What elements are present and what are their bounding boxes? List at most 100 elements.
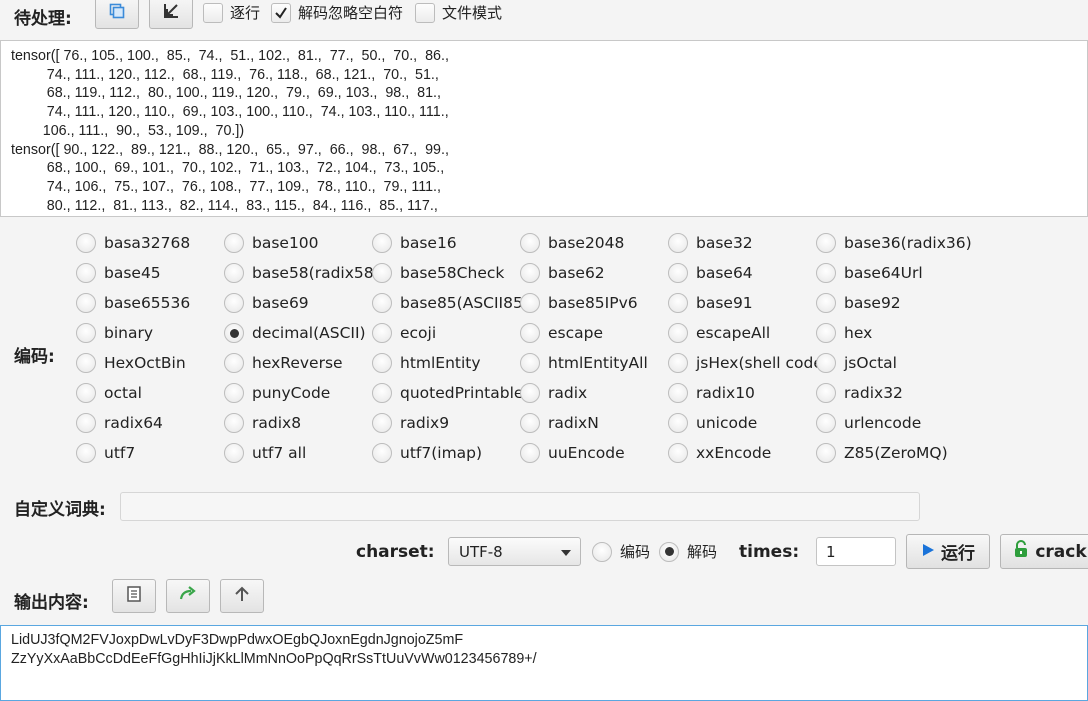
radio-dot — [520, 413, 540, 433]
move-up-button[interactable] — [220, 579, 264, 613]
encoding-option-radio[interactable]: base58(radix58) — [224, 263, 380, 283]
encoding-option-radio[interactable]: radix8 — [224, 413, 301, 433]
encoding-option-radio[interactable]: base16 — [372, 233, 457, 253]
radio-dot — [668, 323, 688, 343]
encoding-option-radio[interactable]: hexReverse — [224, 353, 343, 373]
custom-dict-input[interactable] — [120, 492, 920, 521]
encoding-option-radio[interactable]: base36(radix36) — [816, 233, 972, 253]
checkbox-box — [271, 2, 291, 23]
charset-select[interactable]: UTF-8 — [448, 537, 581, 566]
encode-mode-radio[interactable]: 编码 — [592, 541, 650, 562]
encoding-option-radio[interactable]: htmlEntity — [372, 353, 481, 373]
encoding-option-label: base36(radix36) — [844, 234, 972, 252]
radio-dot — [224, 413, 244, 433]
encoding-option-radio[interactable]: base2048 — [520, 233, 624, 253]
radio-dot — [372, 323, 392, 343]
copy-button[interactable] — [95, 0, 139, 29]
encoding-option-radio[interactable]: HexOctBin — [76, 353, 186, 373]
encoding-option-radio[interactable]: radix32 — [816, 383, 903, 403]
input-textarea[interactable]: tensor([ 76., 105., 100., 85., 74., 51.,… — [0, 40, 1088, 217]
encoding-option-radio[interactable]: punyCode — [224, 383, 330, 403]
checkbox-box — [415, 2, 435, 23]
encoding-option-radio[interactable]: basa32768 — [76, 233, 190, 253]
encoding-option-radio[interactable]: utf7 all — [224, 443, 306, 463]
encoding-option-radio[interactable]: Z85(ZeroMQ) — [816, 443, 948, 463]
encoding-option-label: ecoji — [400, 324, 437, 342]
encoding-option-radio[interactable]: utf7 — [76, 443, 135, 463]
encoding-option-label: base100 — [252, 234, 319, 252]
top-toolbar: 待处理: 逐行 解码忽略空白符 文件模式 — [0, 0, 1088, 40]
encoding-option-radio[interactable]: escape — [520, 323, 603, 343]
encoding-option-radio[interactable]: utf7(imap) — [372, 443, 482, 463]
chevron-down-icon — [561, 550, 571, 556]
encoding-option-radio[interactable]: radix — [520, 383, 587, 403]
encoding-option-label: base64Url — [844, 264, 923, 282]
encoding-option-radio[interactable]: base92 — [816, 293, 901, 313]
encoding-option-radio[interactable]: base69 — [224, 293, 309, 313]
encoding-option-radio[interactable]: ecoji — [372, 323, 436, 343]
encoding-option-radio[interactable]: base62 — [520, 263, 605, 283]
encoding-option-radio[interactable]: base85IPv6 — [520, 293, 638, 313]
ignore-whitespace-checkbox[interactable]: 解码忽略空白符 — [271, 2, 403, 23]
encoding-option-label: urlencode — [844, 414, 922, 432]
crack-button[interactable]: crack — [1000, 534, 1088, 569]
run-button[interactable]: 运行 — [906, 534, 990, 569]
run-label: 运行 — [941, 544, 975, 564]
encoding-option-radio[interactable]: base58Check — [372, 263, 504, 283]
encoding-option-label: base64 — [696, 264, 753, 282]
encoding-option-radio[interactable]: escapeAll — [668, 323, 770, 343]
unlock-icon — [1013, 540, 1029, 563]
encoding-option-radio[interactable]: base45 — [76, 263, 161, 283]
radio-dot — [372, 413, 392, 433]
encoding-option-radio[interactable]: base65536 — [76, 293, 190, 313]
radio-dot — [76, 443, 96, 463]
file-mode-label: 文件模式 — [442, 4, 503, 22]
file-mode-checkbox[interactable]: 文件模式 — [415, 2, 502, 23]
encoding-option-radio[interactable]: unicode — [668, 413, 757, 433]
line-by-line-checkbox[interactable]: 逐行 — [203, 2, 260, 23]
pending-label: 待处理: — [14, 9, 72, 29]
copy-icon — [109, 3, 125, 23]
encoding-option-label: quotedPrintable — [400, 384, 524, 402]
encoding-option-radio[interactable]: base100 — [224, 233, 319, 253]
encoding-option-radio[interactable]: hex — [816, 323, 872, 343]
encoding-option-radio[interactable]: radix9 — [372, 413, 449, 433]
encoding-option-radio[interactable]: base64 — [668, 263, 753, 283]
forward-output-button[interactable] — [166, 579, 210, 613]
encoding-option-radio[interactable]: uuEncode — [520, 443, 625, 463]
encoding-option-radio[interactable]: quotedPrintable — [372, 383, 523, 403]
encoding-option-radio[interactable]: radixN — [520, 413, 599, 433]
encoding-option-radio[interactable]: jsHex(shell code) — [668, 353, 829, 373]
encoding-option-radio[interactable]: decimal(ASCII) — [224, 323, 366, 343]
encoding-option-radio[interactable]: htmlEntityAll — [520, 353, 648, 373]
radio-dot — [520, 263, 540, 283]
encoding-option-label: decimal(ASCII) — [252, 324, 366, 342]
times-input[interactable]: 1 — [816, 537, 896, 566]
radio-dot — [816, 323, 836, 343]
radio-dot — [668, 353, 688, 373]
decode-mode-radio[interactable]: 解码 — [659, 541, 717, 562]
encoding-option-radio[interactable]: radix10 — [668, 383, 755, 403]
times-label: times: — [739, 542, 800, 562]
output-textarea[interactable]: LidUJ3fQM2FVJoxpDwLvDyF3DwpPdwxOEgbQJoxn… — [0, 625, 1088, 701]
encoding-option-radio[interactable]: base64Url — [816, 263, 923, 283]
encoding-option-radio[interactable]: base85(ASCII85) — [372, 293, 529, 313]
encoding-option-radio[interactable]: urlencode — [816, 413, 921, 433]
encoding-option-radio[interactable]: xxEncode — [668, 443, 771, 463]
encoding-option-radio[interactable]: base91 — [668, 293, 753, 313]
encoding-option-radio[interactable]: octal — [76, 383, 142, 403]
encoding-option-label: base91 — [696, 294, 753, 312]
encoding-option-radio[interactable]: binary — [76, 323, 153, 343]
play-icon — [921, 542, 935, 562]
import-button[interactable] — [149, 0, 193, 29]
radio-dot — [372, 293, 392, 313]
encoding-option-radio[interactable]: jsOctal — [816, 353, 897, 373]
crack-label: crack — [1035, 541, 1087, 562]
encoding-option-radio[interactable]: radix64 — [76, 413, 163, 433]
radio-dot — [816, 413, 836, 433]
radio-dot — [668, 233, 688, 253]
encoding-option-label: escapeAll — [696, 324, 771, 342]
copy-output-button[interactable] — [112, 579, 156, 613]
encoding-option-radio[interactable]: base32 — [668, 233, 753, 253]
encoding-option-label: base58(radix58) — [252, 264, 380, 282]
